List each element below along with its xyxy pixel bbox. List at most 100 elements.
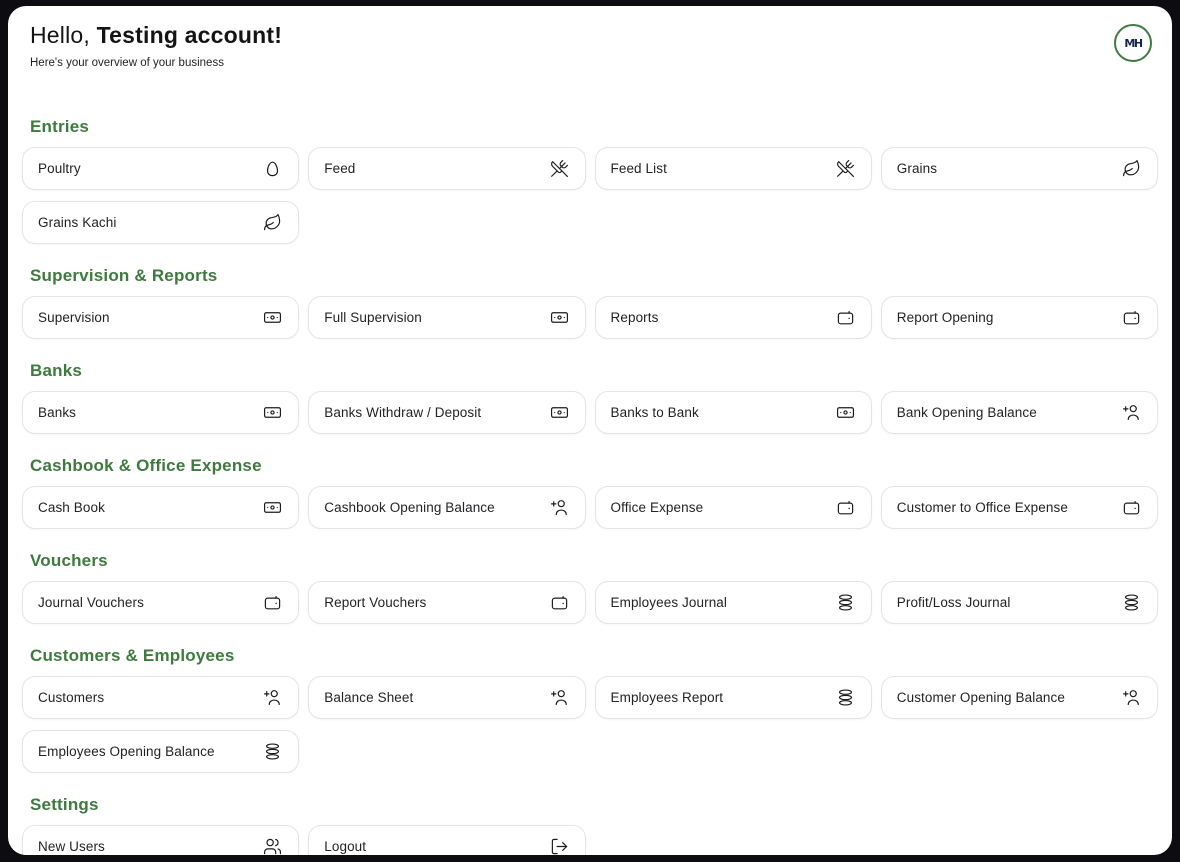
card-label: Bank Opening Balance: [897, 405, 1037, 420]
user-plus-icon: [550, 498, 569, 517]
card-label: New Users: [38, 839, 105, 854]
section-title: Supervision & Reports: [30, 266, 1150, 286]
card-employees-journal[interactable]: Employees Journal: [595, 581, 872, 624]
card-label: Journal Vouchers: [38, 595, 144, 610]
card-label: Banks to Bank: [611, 405, 699, 420]
card-label: Report Vouchers: [324, 595, 426, 610]
card-label: Grains: [897, 161, 937, 176]
card-label: Cash Book: [38, 500, 105, 515]
card-profit-loss-journal[interactable]: Profit/Loss Journal: [881, 581, 1158, 624]
card-label: Employees Report: [611, 690, 724, 705]
card-label: Full Supervision: [324, 310, 422, 325]
page-header: Hello, Testing account! Here's your over…: [22, 20, 1158, 69]
banknote-icon: [263, 403, 282, 422]
card-label: Poultry: [38, 161, 81, 176]
utensils-crossed-icon: [550, 159, 569, 178]
card-full-supervision[interactable]: Full Supervision: [308, 296, 585, 339]
account-name: Testing account!: [90, 22, 282, 48]
wallet-icon: [1122, 498, 1141, 517]
section-vouchers: Vouchers Journal Vouchers Report Voucher…: [22, 551, 1158, 624]
card-poultry[interactable]: Poultry: [22, 147, 299, 190]
card-label: Reports: [611, 310, 659, 325]
card-cashbook-opening-balance[interactable]: Cashbook Opening Balance: [308, 486, 585, 529]
card-bank-opening-balance[interactable]: Bank Opening Balance: [881, 391, 1158, 434]
card-banks-to-bank[interactable]: Banks to Bank: [595, 391, 872, 434]
wallet-icon: [836, 308, 855, 327]
wallet-icon: [550, 593, 569, 612]
card-employees-opening-balance[interactable]: Employees Opening Balance: [22, 730, 299, 773]
card-grains[interactable]: Grains: [881, 147, 1158, 190]
section-title: Entries: [30, 117, 1150, 137]
section-entries: Entries Poultry Feed Feed List Grains Gr…: [22, 117, 1158, 244]
card-label: Banks Withdraw / Deposit: [324, 405, 481, 420]
banknote-icon: [550, 308, 569, 327]
card-report-vouchers[interactable]: Report Vouchers: [308, 581, 585, 624]
section-settings: Settings New Users Logout: [22, 795, 1158, 855]
section-cashbook-office-expense: Cashbook & Office Expense Cash Book Cash…: [22, 456, 1158, 529]
user-plus-icon: [550, 688, 569, 707]
card-journal-vouchers[interactable]: Journal Vouchers: [22, 581, 299, 624]
card-grid: Customers Balance Sheet Employees Report…: [22, 676, 1158, 773]
card-grid: New Users Logout: [22, 825, 1158, 855]
card-employees-report[interactable]: Employees Report: [595, 676, 872, 719]
card-customer-opening-balance[interactable]: Customer Opening Balance: [881, 676, 1158, 719]
card-label: Feed: [324, 161, 355, 176]
logout-icon: [550, 837, 569, 855]
greeting-text: Hello,: [30, 22, 90, 48]
section-banks: Banks Banks Banks Withdraw / Deposit Ban…: [22, 361, 1158, 434]
card-logout[interactable]: Logout: [308, 825, 585, 855]
section-title: Vouchers: [30, 551, 1150, 571]
wallet-icon: [1122, 308, 1141, 327]
card-grid: Cash Book Cashbook Opening Balance Offic…: [22, 486, 1158, 529]
egg-icon: [263, 159, 282, 178]
banknote-icon: [263, 498, 282, 517]
card-balance-sheet[interactable]: Balance Sheet: [308, 676, 585, 719]
card-label: Cashbook Opening Balance: [324, 500, 495, 515]
page-title: Hello, Testing account!: [30, 20, 1150, 50]
card-cash-book[interactable]: Cash Book: [22, 486, 299, 529]
card-label: Customer to Office Expense: [897, 500, 1068, 515]
users-icon: [263, 837, 282, 855]
window-frame: Hello, Testing account! Here's your over…: [0, 0, 1180, 862]
section-title: Cashbook & Office Expense: [30, 456, 1150, 476]
card-supervision[interactable]: Supervision: [22, 296, 299, 339]
card-banks[interactable]: Banks: [22, 391, 299, 434]
card-banks-withdraw-deposit[interactable]: Banks Withdraw / Deposit: [308, 391, 585, 434]
banknote-icon: [836, 403, 855, 422]
section-customers-employees: Customers & Employees Customers Balance …: [22, 646, 1158, 773]
card-customers[interactable]: Customers: [22, 676, 299, 719]
card-label: Profit/Loss Journal: [897, 595, 1011, 610]
wallet-icon: [836, 498, 855, 517]
coins-stack-icon: [263, 742, 282, 761]
leaf-icon: [1122, 159, 1141, 178]
leaf-icon: [263, 213, 282, 232]
card-label: Office Expense: [611, 500, 704, 515]
card-office-expense[interactable]: Office Expense: [595, 486, 872, 529]
card-label: Feed List: [611, 161, 667, 176]
card-new-users[interactable]: New Users: [22, 825, 299, 855]
card-label: Customers: [38, 690, 104, 705]
section-title: Settings: [30, 795, 1150, 815]
profile-avatar-button[interactable]: MH: [1114, 24, 1152, 62]
card-grains-kachi[interactable]: Grains Kachi: [22, 201, 299, 244]
coins-stack-icon: [836, 688, 855, 707]
logo-monogram: MH: [1124, 37, 1141, 50]
utensils-crossed-icon: [836, 159, 855, 178]
card-reports[interactable]: Reports: [595, 296, 872, 339]
wallet-icon: [263, 593, 282, 612]
section-list: Entries Poultry Feed Feed List Grains Gr…: [22, 117, 1158, 855]
user-plus-icon: [1122, 403, 1141, 422]
card-report-opening[interactable]: Report Opening: [881, 296, 1158, 339]
card-grid: Supervision Full Supervision Reports Rep…: [22, 296, 1158, 339]
card-label: Employees Opening Balance: [38, 744, 215, 759]
user-plus-icon: [263, 688, 282, 707]
card-label: Employees Journal: [611, 595, 728, 610]
coins-stack-icon: [836, 593, 855, 612]
card-label: Banks: [38, 405, 76, 420]
card-feed-list[interactable]: Feed List: [595, 147, 872, 190]
card-customer-to-office-expense[interactable]: Customer to Office Expense: [881, 486, 1158, 529]
dashboard-page: Hello, Testing account! Here's your over…: [8, 6, 1172, 855]
card-feed[interactable]: Feed: [308, 147, 585, 190]
card-grid: Poultry Feed Feed List Grains Grains Kac…: [22, 147, 1158, 244]
card-label: Grains Kachi: [38, 215, 116, 230]
